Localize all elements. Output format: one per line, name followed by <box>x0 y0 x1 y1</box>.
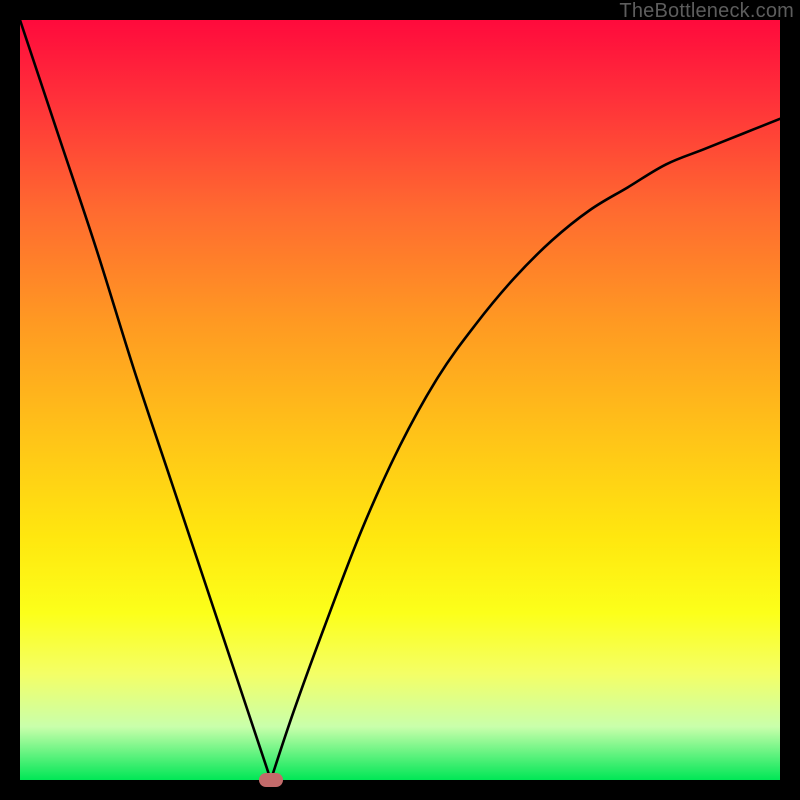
watermark-text: TheBottleneck.com <box>619 0 794 23</box>
curve-right-branch <box>271 119 780 780</box>
minimum-marker <box>259 773 283 787</box>
curve-left-branch <box>20 20 271 780</box>
chart-frame: TheBottleneck.com <box>0 0 800 800</box>
bottleneck-curve <box>20 20 780 780</box>
